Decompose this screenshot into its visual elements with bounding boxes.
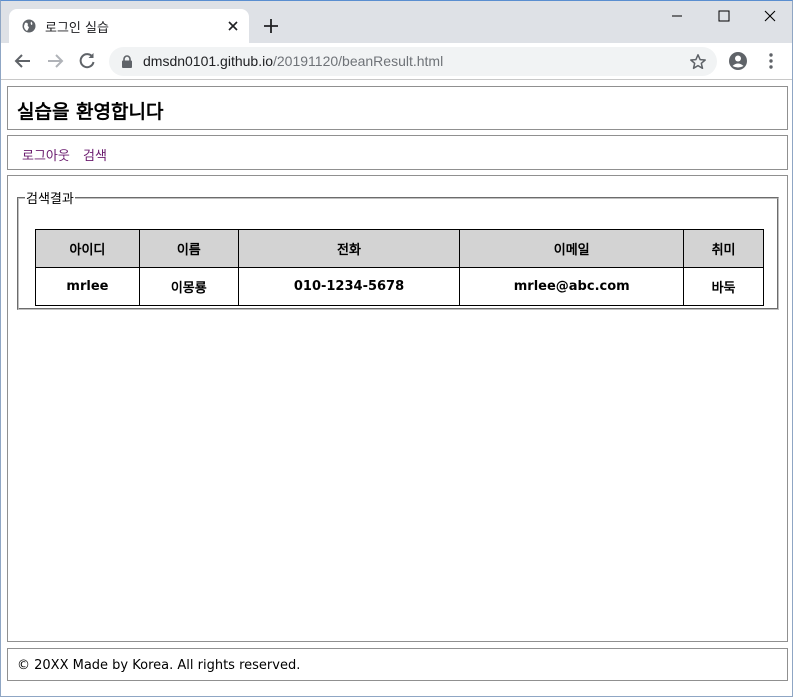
search-link[interactable]: 검색 <box>83 145 107 164</box>
back-arrow-icon[interactable] <box>13 51 33 71</box>
tab-title: 로그인 실습 <box>45 21 109 36</box>
cell-hobby: 바둑 <box>683 267 764 306</box>
new-tab-plus-icon[interactable] <box>261 16 281 36</box>
minimize-icon[interactable] <box>654 5 700 27</box>
page-nav: 로그아웃 검색 <box>7 135 788 170</box>
browser-toolbar: dmsdn0101.github.io/20191120/beanResult.… <box>1 43 792 80</box>
cell-id: mrlee <box>35 267 140 306</box>
url-path: /20191120/beanResult.html <box>273 53 444 69</box>
page-footer: © 20XX Made by Korea. All rights reserve… <box>7 648 788 681</box>
window-close-icon[interactable] <box>747 5 793 27</box>
result-table: 아이디 이름 전화 이메일 취미 mrlee 이몽룡 010-1234-5678 <box>35 229 764 306</box>
main-section: 검색결과 아이디 이름 전화 이메일 취미 mrlee 이몽룡 010-1234… <box>7 175 788 642</box>
column-header-email: 이메일 <box>459 229 685 268</box>
page-header: 실습을 환영합니다 <box>7 86 788 130</box>
maximize-icon[interactable] <box>701 5 747 27</box>
table-row: mrlee 이몽룡 010-1234-5678 mrlee@abc.com 바둑 <box>35 267 764 306</box>
bookmark-star-icon[interactable] <box>689 53 707 71</box>
lock-icon[interactable] <box>121 55 133 68</box>
tab-strip: 로그인 실습 <box>1 1 792 43</box>
address-bar[interactable]: dmsdn0101.github.io/20191120/beanResult.… <box>109 47 717 76</box>
column-header-hobby: 취미 <box>683 229 764 268</box>
search-result-fieldset: 검색결과 아이디 이름 전화 이메일 취미 mrlee 이몽룡 010-1234… <box>17 188 779 310</box>
copyright-text: © 20XX Made by Korea. All rights reserve… <box>17 658 301 673</box>
page-title: 실습을 환영합니다 <box>17 101 164 123</box>
cell-email: mrlee@abc.com <box>459 267 685 306</box>
url-host: dmsdn0101.github.io <box>143 53 273 69</box>
column-header-id: 아이디 <box>35 229 140 268</box>
close-tab-icon[interactable] <box>225 18 241 34</box>
profile-avatar-icon[interactable] <box>728 51 748 71</box>
page-viewport: 실습을 환영합니다 로그아웃 검색 검색결과 아이디 이름 전화 이메일 취미 <box>1 81 792 696</box>
browser-window: 로그인 실습 dmsdn0101.github.io/20191120/bean… <box>0 0 793 697</box>
search-result-legend: 검색결과 <box>26 192 74 207</box>
browser-tab[interactable]: 로그인 실습 <box>9 9 249 43</box>
forward-arrow-icon[interactable] <box>45 51 65 71</box>
column-header-phone: 전화 <box>237 229 461 268</box>
cell-name: 이몽룡 <box>138 267 239 306</box>
table-header-row: 아이디 이름 전화 이메일 취미 <box>35 229 764 268</box>
more-menu-icon[interactable] <box>763 51 779 71</box>
column-header-name: 이름 <box>138 229 239 268</box>
url-text[interactable]: dmsdn0101.github.io/20191120/beanResult.… <box>143 53 443 69</box>
globe-icon <box>22 19 36 33</box>
logout-link[interactable]: 로그아웃 <box>22 145 70 164</box>
cell-phone: 010-1234-5678 <box>237 267 461 306</box>
reload-icon[interactable] <box>77 51 97 71</box>
